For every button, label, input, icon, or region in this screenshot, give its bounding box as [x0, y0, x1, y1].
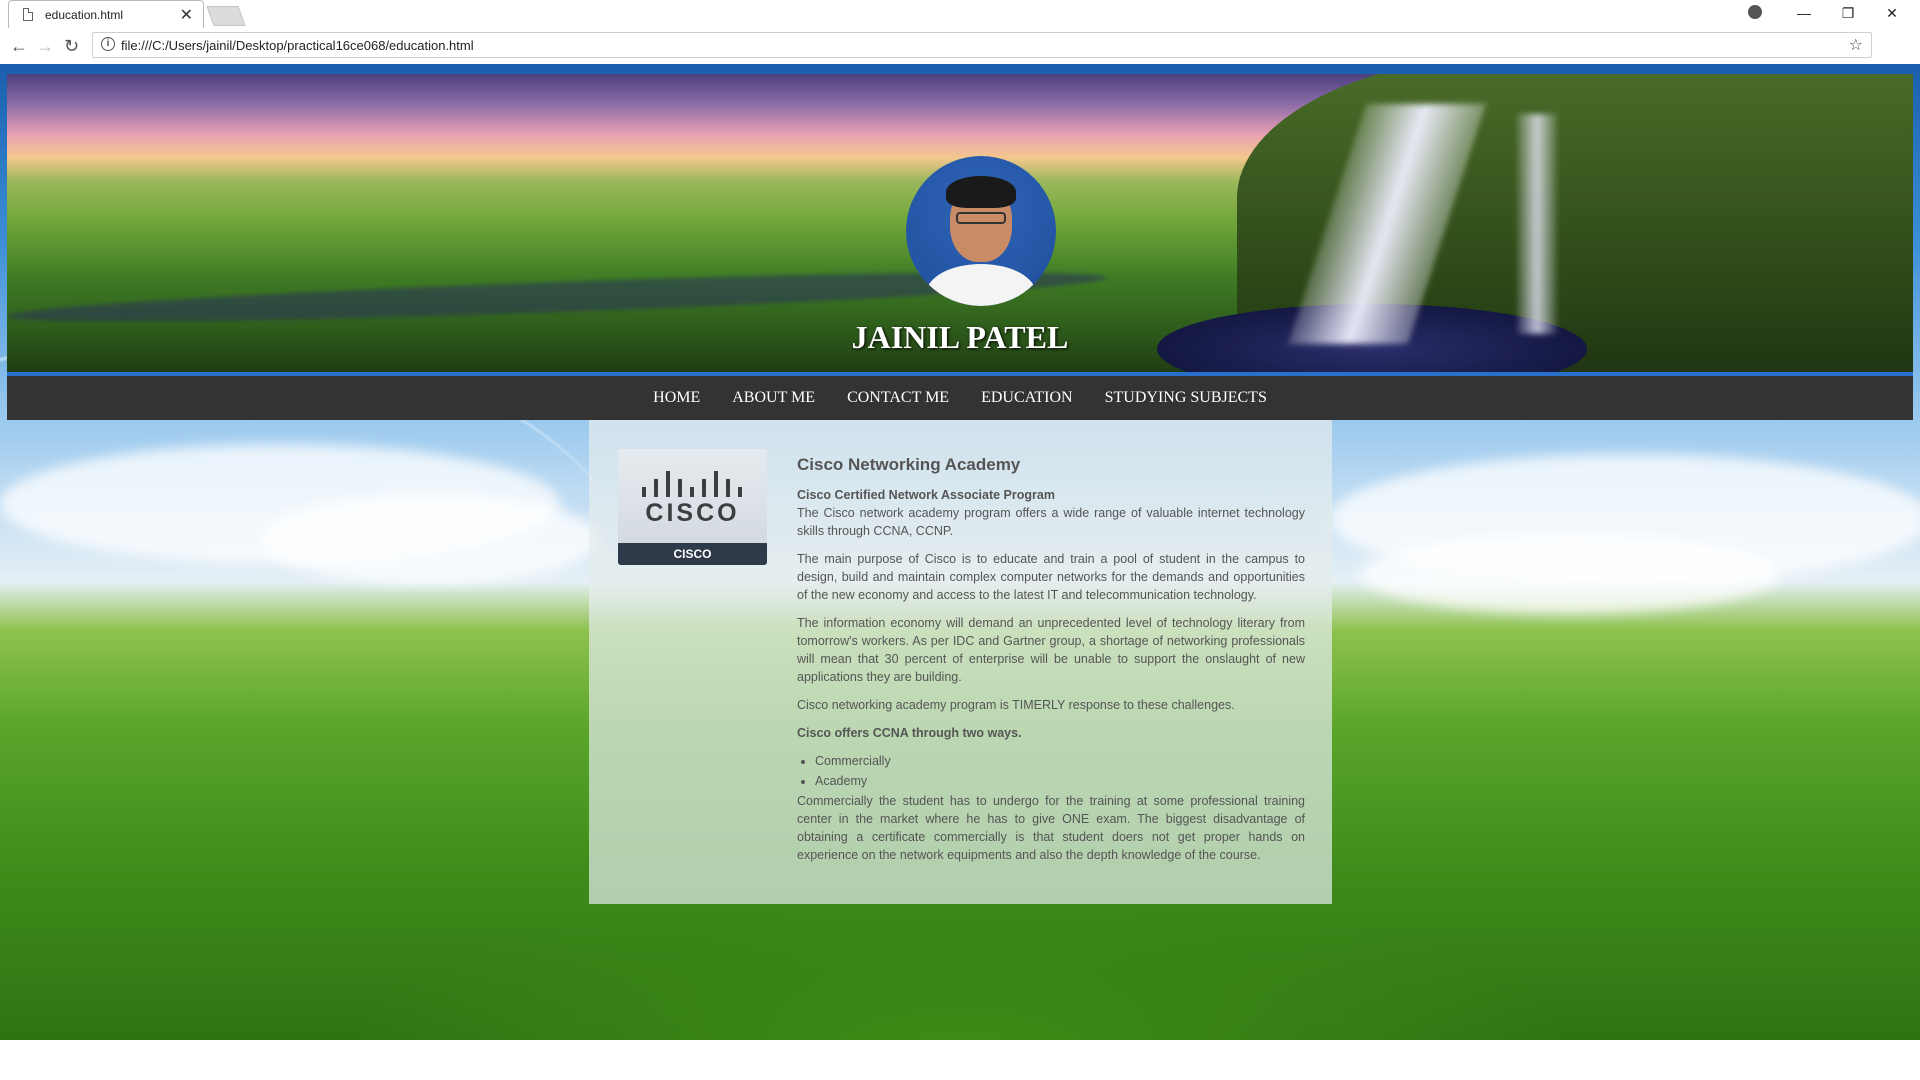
nav-about-me[interactable]: ABOUT ME	[716, 389, 831, 407]
forward-icon[interactable]: →	[36, 36, 54, 57]
paragraph: Cisco networking academy program is TIME…	[797, 698, 1235, 712]
info-icon[interactable]: i	[101, 37, 115, 51]
tab-strip: education.html ✕ — ❐ ✕	[0, 0, 1920, 28]
paragraph: Commercially the student has to undergo …	[797, 794, 1305, 862]
paragraph-bold: Cisco offers CCNA through two ways.	[797, 726, 1022, 740]
tab-title: education.html	[45, 8, 124, 22]
minimize-button[interactable]: —	[1782, 0, 1826, 28]
article: Cisco Networking Academy Cisco Certified…	[797, 456, 1305, 874]
tab-education[interactable]: education.html ✕	[8, 0, 204, 28]
avatar	[906, 156, 1056, 306]
nav-studying-subjects[interactable]: STUDYING SUBJECTS	[1089, 389, 1283, 407]
profile-icon[interactable]	[1748, 5, 1762, 19]
back-icon[interactable]: ←	[10, 36, 28, 57]
content-panel: CISCO CISCO Cisco Networking Academy Cis…	[589, 420, 1332, 904]
logo-caption: CISCO	[618, 543, 767, 565]
avatar-hair	[946, 176, 1016, 208]
article-title: Cisco Networking Academy	[797, 455, 1021, 474]
restore-button[interactable]: ❐	[1826, 0, 1870, 28]
address-bar[interactable]: i file:///C:/Users/jainil/Desktop/practi…	[92, 32, 1872, 58]
cisco-logo: CISCO CISCO	[618, 449, 767, 565]
cisco-bars-icon	[642, 471, 742, 497]
paragraph: The Cisco network academy program offers…	[797, 506, 1305, 538]
reload-icon[interactable]: ↻	[64, 36, 79, 57]
close-window-button[interactable]: ✕	[1870, 0, 1914, 28]
main-nav: HOME ABOUT ME CONTACT ME EDUCATION STUDY…	[7, 376, 1913, 420]
waterfall-shape	[1517, 114, 1557, 334]
nav-education[interactable]: EDUCATION	[965, 389, 1089, 407]
avatar-shirt	[926, 264, 1036, 306]
site-title: JAINIL PATEL	[851, 319, 1069, 355]
nav-home[interactable]: HOME	[637, 389, 716, 407]
url-text[interactable]: file:///C:/Users/jainil/Desktop/practica…	[121, 38, 474, 53]
avatar-glasses	[956, 212, 1006, 224]
cloud	[1360, 534, 1780, 614]
paragraph: The main purpose of Cisco is to educate …	[797, 552, 1305, 602]
document-icon	[23, 8, 33, 21]
cloud	[260, 494, 600, 584]
bottom-gap	[0, 1040, 1920, 1080]
header-banner: JAINIL PATEL	[7, 74, 1913, 376]
bullet-list: Commercially Academy	[797, 752, 1305, 790]
browser-toolbar: ← → ↻ i file:///C:/Users/jainil/Desktop/…	[0, 28, 1920, 83]
page-viewport: JAINIL PATEL HOME ABOUT ME CONTACT ME ED…	[0, 64, 1920, 1040]
tab-close-icon[interactable]: ✕	[180, 5, 193, 25]
list-item: Commercially	[815, 752, 1305, 770]
logo-word: CISCO	[645, 499, 740, 527]
new-tab-button[interactable]	[206, 6, 246, 26]
article-subtitle: Cisco Certified Network Associate Progra…	[797, 488, 1055, 502]
list-item: Academy	[815, 772, 1305, 790]
bookmark-star-icon[interactable]: ☆	[1849, 35, 1863, 55]
paragraph: The information economy will demand an u…	[797, 616, 1305, 684]
nav-contact-me[interactable]: CONTACT ME	[831, 389, 965, 407]
